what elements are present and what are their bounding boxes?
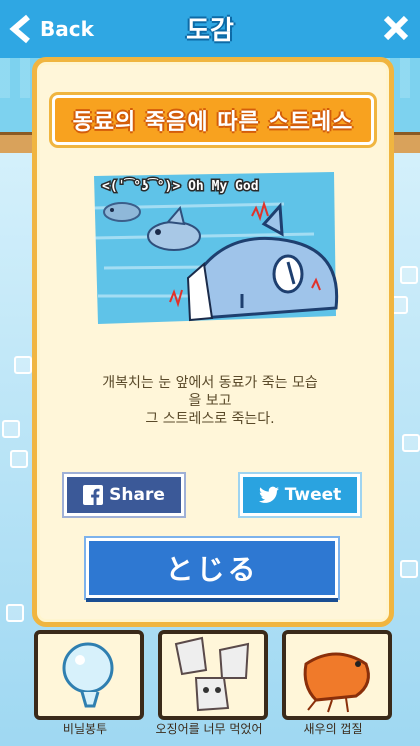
shrimp-icon <box>303 652 370 713</box>
tweet-label: Tweet <box>284 485 342 505</box>
bubble-decoration <box>2 420 20 438</box>
bubble-decoration <box>400 266 418 284</box>
close-card-button[interactable]: とじる <box>86 538 338 598</box>
encyclopedia-tile-shrimp-shell[interactable] <box>282 630 392 720</box>
page-title: 도감 <box>186 16 234 46</box>
bubble-decoration <box>6 604 24 622</box>
facebook-share-button[interactable]: Share <box>64 474 184 516</box>
tile-label: 오징어를 너무 먹었어 <box>155 722 263 736</box>
bubble-decoration <box>402 434 420 452</box>
twitter-bird-icon <box>258 486 279 503</box>
death-description: 개복치는 눈 앞에서 동료가 죽는 모습 을 보고 그 스트레스로 죽는다. <box>52 374 368 428</box>
sunfish-small <box>103 202 141 222</box>
close-x-icon[interactable] <box>382 14 410 42</box>
death-scene-illustration: <(ˈ͡°ʖ͡°)> Oh My God <box>84 168 342 328</box>
top-bar: Back 도감 <box>0 0 420 58</box>
description-line: 을 보고 <box>188 393 232 409</box>
share-label: Share <box>109 485 165 505</box>
squid-icon <box>174 636 250 712</box>
bubble-decoration <box>400 560 418 578</box>
description-line: 그 스트레스로 죽는다. <box>145 411 275 427</box>
plastic-bag-icon <box>62 642 114 708</box>
tile-label: 새우의 껍질 <box>303 722 363 736</box>
encyclopedia-tile-plastic-bag[interactable] <box>34 630 144 720</box>
facebook-icon <box>83 485 104 505</box>
bubble-decoration <box>14 356 32 374</box>
encyclopedia-tile-squid[interactable] <box>158 630 268 720</box>
description-line: 개복치는 눈 앞에서 동료가 죽는 모습 <box>102 375 318 391</box>
tile-label: 비닐봉투 <box>62 722 108 736</box>
death-title-badge: 동료의 죽음에 따른 스트레스 <box>52 95 374 145</box>
twitter-tweet-button[interactable]: Tweet <box>240 474 360 516</box>
death-title: 동료의 죽음에 따른 스트레스 <box>72 110 354 135</box>
scene-caption: <(ˈ͡°ʖ͡°)> Oh My God <box>102 179 259 194</box>
bubble-decoration <box>10 450 28 468</box>
